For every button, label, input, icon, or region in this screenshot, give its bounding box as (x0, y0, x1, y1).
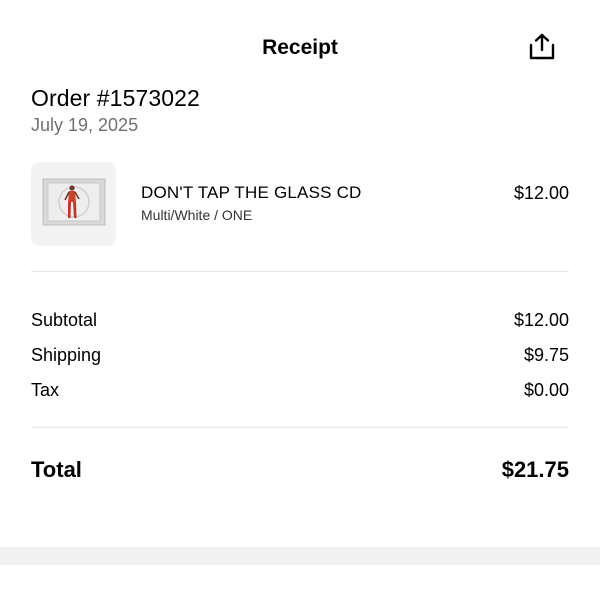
total-value: $21.75 (501, 457, 569, 482)
shipping-row: Shipping $9.75 (31, 343, 569, 367)
header: Receipt (0, 0, 600, 96)
subtotal-value: $12.00 (513, 309, 569, 330)
shipping-label: Shipping (31, 344, 102, 365)
shipping-value: $9.75 (523, 344, 569, 365)
share-button[interactable] (524, 31, 560, 67)
total-label: Total (31, 457, 82, 482)
receipt-page: Receipt Order #1573022 July 19, 2025 DON… (0, 0, 600, 600)
album-cover-image (42, 178, 106, 231)
item-price: $12.00 (513, 183, 569, 203)
divider (31, 271, 569, 272)
item-name[interactable]: DON'T TAP THE GLASS CD (141, 182, 362, 204)
total-row: Total $21.75 (31, 455, 569, 485)
item-thumbnail[interactable] (31, 162, 116, 246)
tax-value: $0.00 (523, 379, 569, 400)
tax-label: Tax (31, 379, 60, 400)
subtotal-label: Subtotal (31, 309, 98, 330)
order-date: July 19, 2025 (31, 115, 139, 135)
page-title: Receipt (262, 36, 338, 59)
divider (31, 427, 569, 428)
tax-row: Tax $0.00 (31, 378, 569, 402)
item-variant: Multi/White / ONE (141, 207, 253, 223)
section-separator (0, 547, 600, 565)
order-number: Order #1573022 (31, 85, 200, 111)
subtotal-row: Subtotal $12.00 (31, 308, 569, 332)
share-upload-icon (527, 32, 557, 67)
